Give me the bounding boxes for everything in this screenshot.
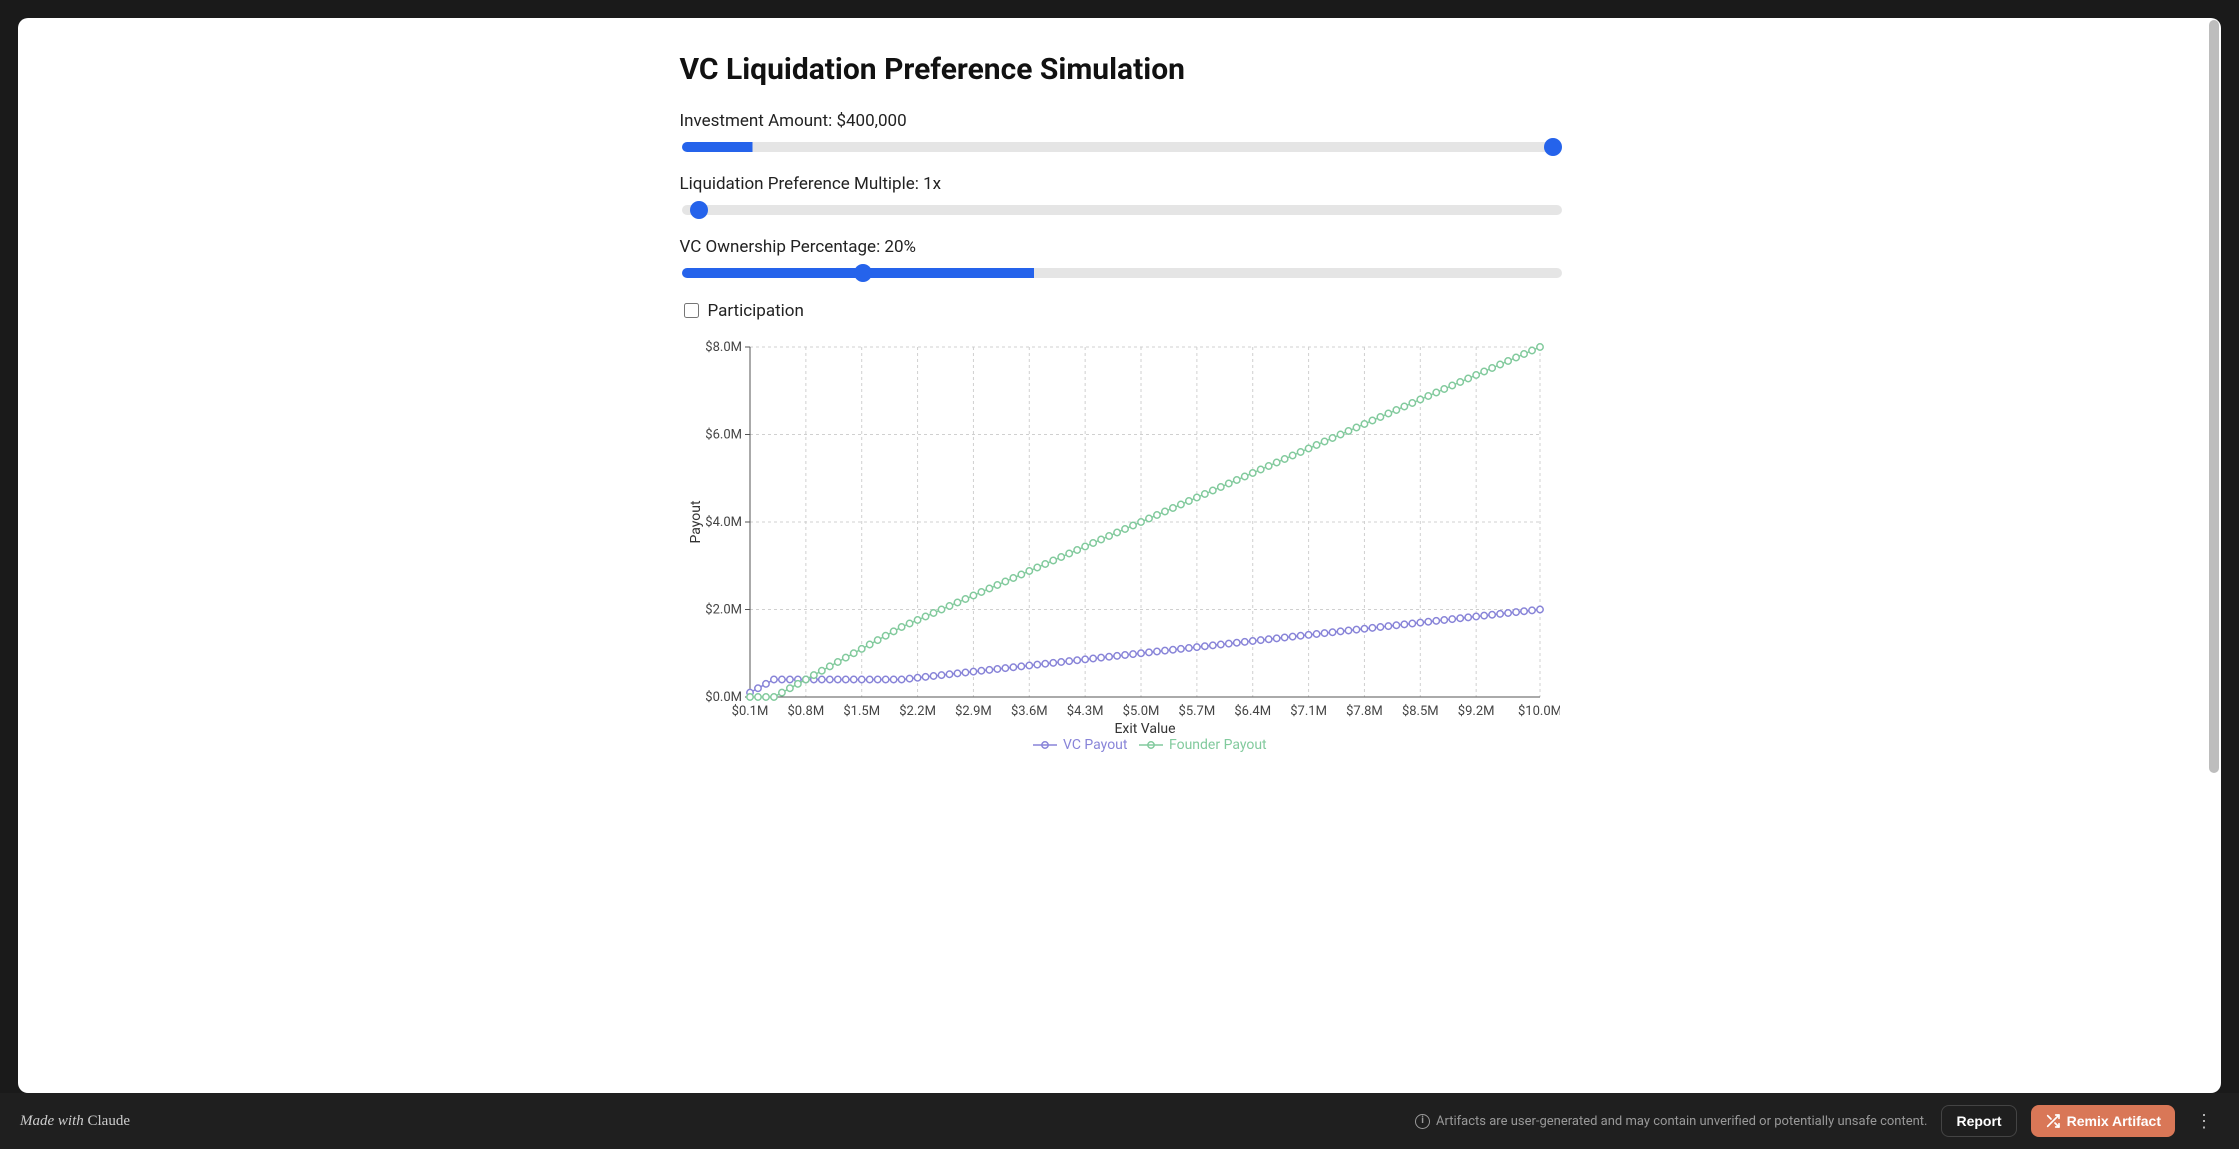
ownership-percentage-control: VC Ownership Percentage: 20%	[680, 237, 1560, 282]
investment-amount-control: Investment Amount: $400,000	[680, 111, 1560, 156]
footer-disclaimer-text: Artifacts are user-generated and may con…	[1436, 1114, 1927, 1129]
made-with-prefix: Made with	[20, 1113, 88, 1129]
svg-text:$5.0M: $5.0M	[1122, 704, 1159, 719]
svg-text:Exit Value: Exit Value	[1114, 721, 1175, 737]
investment-amount-value: $400,000	[836, 111, 906, 131]
ownership-percentage-label: VC Ownership Percentage: 20%	[680, 237, 1560, 257]
liquidation-multiple-label-prefix: Liquidation Preference Multiple:	[680, 174, 924, 194]
svg-text:VC Payout: VC Payout	[1063, 737, 1128, 753]
more-options-button[interactable]: ⋮	[2189, 1107, 2219, 1136]
svg-text:$1.5M: $1.5M	[843, 704, 880, 719]
liquidation-multiple-label: Liquidation Preference Multiple: 1x	[680, 174, 1560, 194]
svg-text:$0.1M: $0.1M	[731, 704, 768, 719]
artifact-canvas: VC Liquidation Preference Simulation Inv…	[18, 18, 2221, 1093]
scrollbar[interactable]	[2209, 20, 2219, 773]
svg-text:$7.8M: $7.8M	[1346, 704, 1383, 719]
svg-text:$0.0M: $0.0M	[705, 690, 742, 705]
payout-chart: $0.0M $2.0M $4.0M $6.0M $8.0M $0.1M $0.8M $1.5M…	[680, 337, 1560, 757]
svg-text:$2.0M: $2.0M	[705, 603, 742, 618]
svg-text:Founder Payout: Founder Payout	[1169, 737, 1267, 753]
liquidation-multiple-control: Liquidation Preference Multiple: 1x	[680, 174, 1560, 219]
shuffle-icon	[2045, 1113, 2061, 1129]
liquidation-multiple-value: 1x	[923, 174, 941, 194]
svg-text:$10.0M: $10.0M	[1517, 704, 1559, 719]
svg-text:$6.0M: $6.0M	[705, 428, 742, 443]
participation-label: Participation	[708, 301, 804, 321]
footer-bar: Made with Claude i Artifacts are user-ge…	[0, 1093, 2239, 1149]
participation-checkbox[interactable]	[684, 303, 699, 318]
liquidation-multiple-slider[interactable]	[682, 205, 1562, 215]
svg-text:$2.2M: $2.2M	[899, 704, 936, 719]
svg-text:$5.7M: $5.7M	[1178, 704, 1215, 719]
footer-disclaimer: i Artifacts are user-generated and may c…	[1415, 1114, 1927, 1129]
remix-artifact-label: Remix Artifact	[2067, 1113, 2161, 1129]
info-icon: i	[1415, 1114, 1430, 1129]
svg-text:$8.0M: $8.0M	[705, 340, 742, 355]
svg-text:$0.8M: $0.8M	[787, 704, 824, 719]
participation-control[interactable]: Participation	[680, 300, 1560, 321]
svg-text:$9.2M: $9.2M	[1457, 704, 1494, 719]
svg-text:$7.1M: $7.1M	[1290, 704, 1327, 719]
investment-amount-slider[interactable]	[682, 142, 1562, 152]
investment-amount-label: Investment Amount: $400,000	[680, 111, 1560, 131]
page-title: VC Liquidation Preference Simulation	[680, 52, 1560, 87]
svg-text:$6.4M: $6.4M	[1234, 704, 1271, 719]
ownership-percentage-label-prefix: VC Ownership Percentage:	[680, 237, 885, 257]
ownership-percentage-slider[interactable]	[682, 268, 1562, 278]
svg-text:$4.0M: $4.0M	[705, 515, 742, 530]
svg-text:$4.3M: $4.3M	[1066, 704, 1103, 719]
ownership-percentage-value: 20%	[884, 237, 916, 257]
made-with-label: Made with Claude	[20, 1113, 130, 1130]
report-button[interactable]: Report	[1941, 1105, 2016, 1137]
svg-text:$2.9M: $2.9M	[955, 704, 992, 719]
made-with-brand: Claude	[88, 1113, 131, 1129]
svg-text:Payout: Payout	[688, 500, 704, 543]
payout-chart-svg: $0.0M $2.0M $4.0M $6.0M $8.0M $0.1M $0.8M $1.5M…	[680, 337, 1560, 757]
svg-text:$8.5M: $8.5M	[1401, 704, 1438, 719]
investment-amount-label-prefix: Investment Amount:	[680, 111, 837, 131]
remix-artifact-button[interactable]: Remix Artifact	[2031, 1105, 2175, 1137]
svg-text:$3.6M: $3.6M	[1010, 704, 1047, 719]
